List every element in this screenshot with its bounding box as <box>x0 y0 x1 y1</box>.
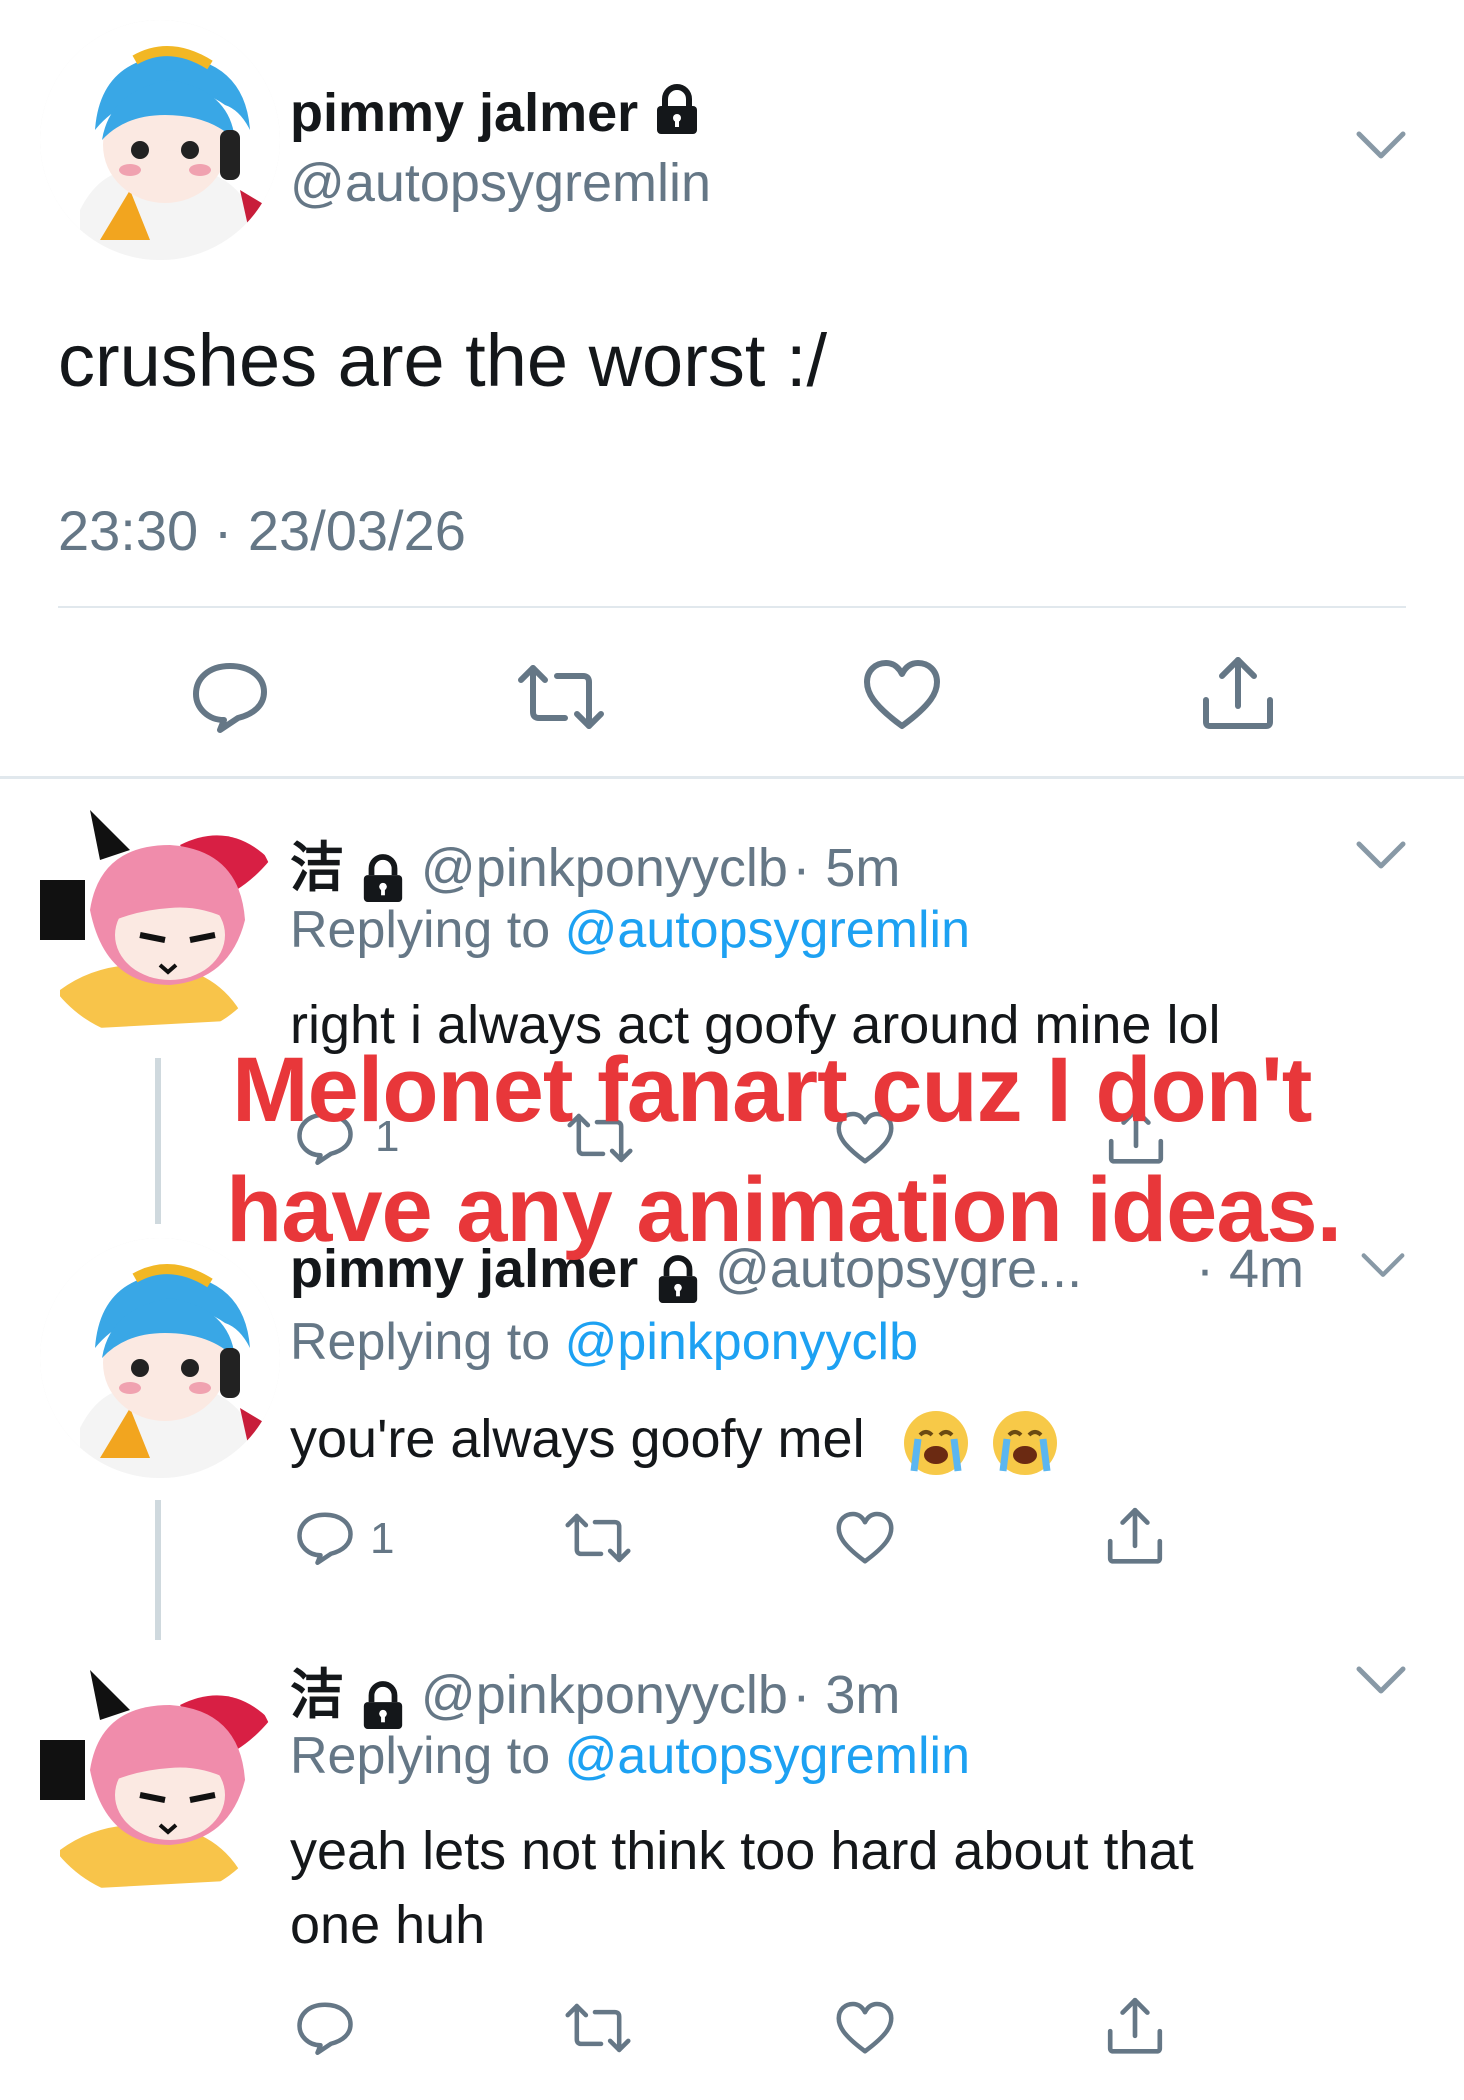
chevron-down-icon[interactable] <box>1355 1665 1407 1697</box>
avatar-pinkpony[interactable] <box>30 1650 280 1900</box>
like-button[interactable] <box>835 2000 895 2056</box>
chevron-down-icon[interactable] <box>1355 840 1407 872</box>
lock-icon <box>653 84 701 149</box>
reply-time: · 5m <box>792 838 901 898</box>
replying-to: Replying to @pinkponyyclb <box>290 1313 919 1371</box>
reply-text: yeah lets not think too hard about that … <box>290 1814 1194 1962</box>
reply-header: 洁 @pinkponyyclb · 3m <box>290 1650 900 1736</box>
display-name[interactable]: pimmy jalmer <box>290 82 701 149</box>
replying-to: Replying to @autopsygremlin <box>290 901 971 959</box>
avatar-pinkpony[interactable] <box>30 790 280 1040</box>
reply-count: 1 <box>370 1514 395 1563</box>
retweet-button[interactable] <box>563 1510 633 1566</box>
reply-text-line: yeah lets not think too hard about that <box>290 1821 1194 1881</box>
reply-button[interactable] <box>190 660 270 734</box>
chevron-down-icon[interactable] <box>1360 1252 1412 1284</box>
reply-button[interactable] <box>295 2000 355 2056</box>
thread-line <box>155 1058 161 1224</box>
loudly-crying-face-icon <box>992 1410 1057 1475</box>
tweet-text: crushes are the worst :/ <box>58 319 828 402</box>
retweet-button[interactable] <box>563 2000 633 2056</box>
like-button[interactable] <box>835 1510 895 1566</box>
handle[interactable]: @pinkponyyclb <box>421 838 788 898</box>
overlay-caption-line2: have any animation ideas. <box>226 1159 1342 1261</box>
like-button[interactable] <box>862 658 942 732</box>
share-button[interactable] <box>1104 1504 1166 1566</box>
replying-to-link[interactable]: @pinkponyyclb <box>565 1313 918 1371</box>
handle[interactable]: @pinkponyyclb <box>421 1665 788 1725</box>
avatar-pimmy[interactable] <box>40 1238 280 1478</box>
replying-to-link[interactable]: @autopsygremlin <box>565 1727 970 1785</box>
section-divider <box>0 776 1464 779</box>
reply-header: 洁 @pinkponyyclb · 5m <box>290 823 900 909</box>
display-name[interactable]: 洁 <box>290 1665 344 1725</box>
display-name[interactable]: 洁 <box>290 838 344 898</box>
handle[interactable]: @autopsygremlin <box>290 152 711 214</box>
overlay-caption-line1: Melonet fanart cuz I don't <box>232 1039 1312 1141</box>
reply-text: you're always goofy mel <box>290 1409 865 1469</box>
tweet-timestamp: 23:30 · 23/03/26 <box>58 499 466 562</box>
reply-button[interactable] <box>295 1510 355 1566</box>
retweet-button[interactable] <box>515 660 607 734</box>
share-button[interactable] <box>1198 652 1278 732</box>
chevron-down-icon[interactable] <box>1355 130 1407 162</box>
reply-text-line: one huh <box>290 1895 486 1955</box>
reply-text-row: you're always goofy mel <box>290 1402 1057 1476</box>
replying-to-link[interactable]: @autopsygremlin <box>565 901 970 959</box>
replying-to: Replying to @autopsygremlin <box>290 1727 971 1785</box>
divider <box>58 606 1406 608</box>
thread-line <box>155 1500 161 1640</box>
share-button[interactable] <box>1104 1994 1166 2056</box>
loudly-crying-face-icon <box>903 1410 968 1475</box>
reply-time: · 3m <box>792 1665 901 1725</box>
avatar-pimmy[interactable] <box>40 20 280 260</box>
